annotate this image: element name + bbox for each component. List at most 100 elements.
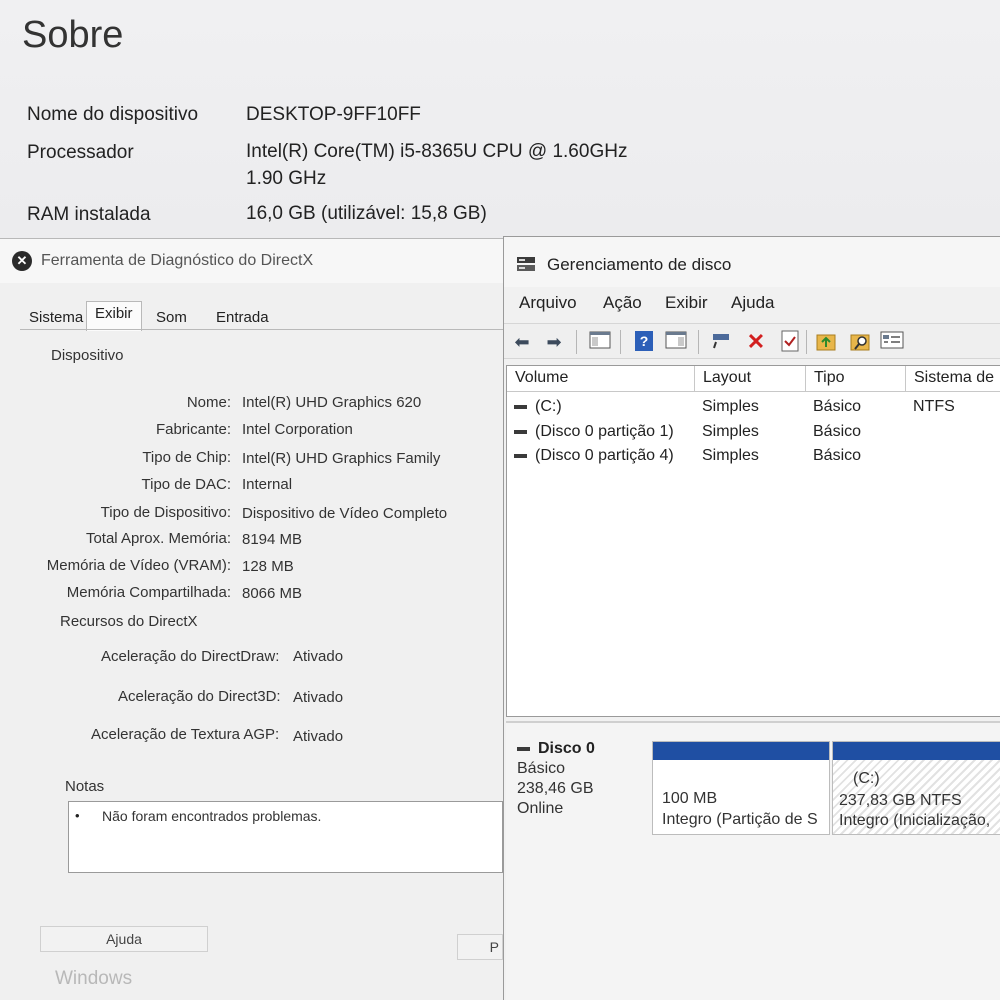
volume-icon bbox=[514, 429, 527, 434]
property-value: Intel Corporation bbox=[242, 421, 353, 438]
tab-som[interactable]: Som bbox=[147, 305, 196, 331]
feature-label: Aceleração do Direct3D: bbox=[118, 688, 281, 705]
svg-text:?: ? bbox=[640, 333, 649, 349]
menu-acao[interactable]: Ação bbox=[603, 293, 642, 313]
device-section-label: Dispositivo bbox=[51, 347, 124, 364]
property-label: Total Aprox. Memória: bbox=[85, 530, 231, 547]
tab-exibir[interactable]: Exibir bbox=[86, 301, 142, 331]
property-label: Fabricante: bbox=[155, 421, 231, 438]
volume-type: Básico bbox=[813, 398, 862, 415]
volume-fs: NTFS bbox=[913, 398, 955, 415]
windows-watermark: Windows bbox=[55, 968, 133, 989]
menu-ajuda[interactable]: Ajuda bbox=[731, 293, 774, 313]
partition-system[interactable]: 100 MB Integro (Partição de S bbox=[652, 741, 830, 835]
back-arrow-icon[interactable]: ⬅ bbox=[510, 330, 534, 354]
menu-exibir[interactable]: Exibir bbox=[665, 293, 708, 313]
property-label: Memória Compartilhada: bbox=[66, 584, 231, 601]
features-section-label: Recursos do DirectX bbox=[60, 613, 198, 630]
note-item: Não foram encontrados problemas. bbox=[102, 808, 322, 824]
help-button[interactable]: Ajuda bbox=[40, 926, 208, 952]
feature-value: Ativado bbox=[293, 648, 344, 665]
delete-icon[interactable]: ✕ bbox=[744, 330, 768, 354]
volume-name: (Disco 0 partição 1) bbox=[535, 423, 674, 440]
toolbar: ⬅ ➡ ? ✕ bbox=[504, 323, 1000, 359]
dxdiag-window: ✕ Ferramenta de Diagnóstico do DirectX S… bbox=[0, 238, 503, 1000]
volume-name: (C:) bbox=[535, 398, 562, 415]
disk-type: Básico bbox=[517, 760, 566, 777]
tab-sistema[interactable]: Sistema bbox=[20, 305, 92, 331]
property-value: 128 MB bbox=[242, 558, 294, 575]
volume-list: Volume Layout Tipo Sistema de (C:) Simpl… bbox=[506, 365, 1000, 717]
column-sistema[interactable]: Sistema de bbox=[906, 366, 1000, 392]
disk-icon bbox=[517, 746, 530, 751]
property-label: Nome: bbox=[186, 394, 231, 411]
column-tipo[interactable]: Tipo bbox=[806, 366, 906, 392]
feature-label: Aceleração de Textura AGP: bbox=[91, 726, 280, 743]
notes-label: Notas bbox=[65, 778, 105, 795]
spec-label: RAM instalada bbox=[27, 204, 151, 225]
search-icon[interactable] bbox=[848, 330, 872, 354]
spec-value: Intel(R) Core(TM) i5-8365U CPU @ 1.60GHz bbox=[246, 141, 628, 162]
disk-info[interactable]: Disco 0 Básico 238,46 GB Online bbox=[517, 739, 595, 819]
partition-c[interactable]: (C:) 237,83 GB NTFS Integro (Inicializaç… bbox=[832, 741, 1000, 835]
property-value: Dispositivo de Vídeo Completo bbox=[242, 505, 448, 522]
spec-value: DESKTOP-9FF10FF bbox=[246, 104, 421, 125]
diskmgmt-titlebar[interactable]: Gerenciamento de disco bbox=[504, 237, 1000, 287]
spec-label: Nome do dispositivo bbox=[27, 104, 199, 125]
disk-size: 238,46 GB bbox=[517, 780, 594, 797]
console-tree-icon[interactable] bbox=[588, 330, 612, 354]
action-pane-icon[interactable] bbox=[664, 330, 688, 354]
connect-icon[interactable] bbox=[709, 330, 733, 354]
feature-value: Ativado bbox=[293, 689, 344, 706]
tab-entrada[interactable]: Entrada bbox=[207, 305, 278, 331]
volume-type: Básico bbox=[813, 423, 862, 440]
up-level-icon[interactable] bbox=[814, 330, 838, 354]
dxdiag-titlebar[interactable]: ✕ Ferramenta de Diagnóstico do DirectX bbox=[0, 239, 503, 283]
list-view-icon[interactable] bbox=[880, 330, 904, 354]
column-volume[interactable]: Volume bbox=[507, 366, 695, 392]
property-label: Memória de Vídeo (VRAM): bbox=[46, 557, 231, 574]
volume-icon bbox=[514, 453, 527, 458]
feature-label: Aceleração do DirectDraw: bbox=[101, 648, 280, 665]
property-value: Internal bbox=[242, 476, 293, 493]
volume-layout: Simples bbox=[702, 423, 759, 440]
disk-graphical-view: Disco 0 Básico 238,46 GB Online 100 MB I… bbox=[506, 721, 1000, 1000]
spec-label: Processador bbox=[27, 142, 134, 163]
spec-value-line2: 1.90 GHz bbox=[246, 168, 327, 189]
dxdiag-icon: ✕ bbox=[12, 251, 32, 271]
column-layout[interactable]: Layout bbox=[695, 366, 806, 392]
property-value: 8194 MB bbox=[242, 531, 303, 548]
partition-title: (C:) bbox=[853, 770, 880, 787]
about-page: Sobre Nome do dispositivo DESKTOP-9FF10F… bbox=[0, 0, 1000, 240]
partition-size: 100 MB bbox=[662, 790, 718, 807]
volume-name: (Disco 0 partição 4) bbox=[535, 447, 674, 464]
bullet-icon: • bbox=[75, 808, 80, 823]
menu-arquivo[interactable]: Arquivo bbox=[519, 293, 577, 313]
forward-arrow-icon[interactable]: ➡ bbox=[542, 330, 566, 354]
partition-bar bbox=[653, 742, 829, 760]
disk-status: Online bbox=[517, 800, 564, 817]
window-title: Ferramenta de Diagnóstico do DirectX bbox=[41, 252, 314, 269]
partition-status: Integro (Partição de S bbox=[662, 811, 818, 828]
notes-box[interactable]: • Não foram encontrados problemas. bbox=[68, 801, 503, 873]
window-title: Gerenciamento de disco bbox=[547, 255, 732, 274]
spec-value: 16,0 GB (utilizável: 15,8 GB) bbox=[246, 203, 487, 224]
property-value: 8066 MB bbox=[242, 585, 303, 602]
help-icon[interactable]: ? bbox=[632, 330, 656, 354]
partition-bar bbox=[833, 742, 1000, 760]
volume-type: Básico bbox=[813, 447, 862, 464]
disk-management-icon bbox=[517, 257, 535, 271]
next-page-button[interactable]: P bbox=[457, 934, 503, 960]
volume-layout: Simples bbox=[702, 447, 759, 464]
page-title: Sobre bbox=[22, 14, 124, 56]
feature-value: Ativado bbox=[293, 728, 344, 745]
property-value: Intel(R) UHD Graphics Family bbox=[242, 450, 441, 467]
volume-icon bbox=[514, 404, 527, 409]
volume-layout: Simples bbox=[702, 398, 759, 415]
disk-management-window: Gerenciamento de disco Arquivo Ação Exib… bbox=[503, 236, 1000, 1000]
property-label: Tipo de Dispositivo: bbox=[100, 504, 231, 521]
property-label: Tipo de DAC: bbox=[141, 476, 231, 493]
property-label: Tipo de Chip: bbox=[142, 449, 231, 466]
properties-icon[interactable] bbox=[778, 330, 802, 354]
partition-status: Integro (Inicialização, bbox=[839, 812, 991, 829]
